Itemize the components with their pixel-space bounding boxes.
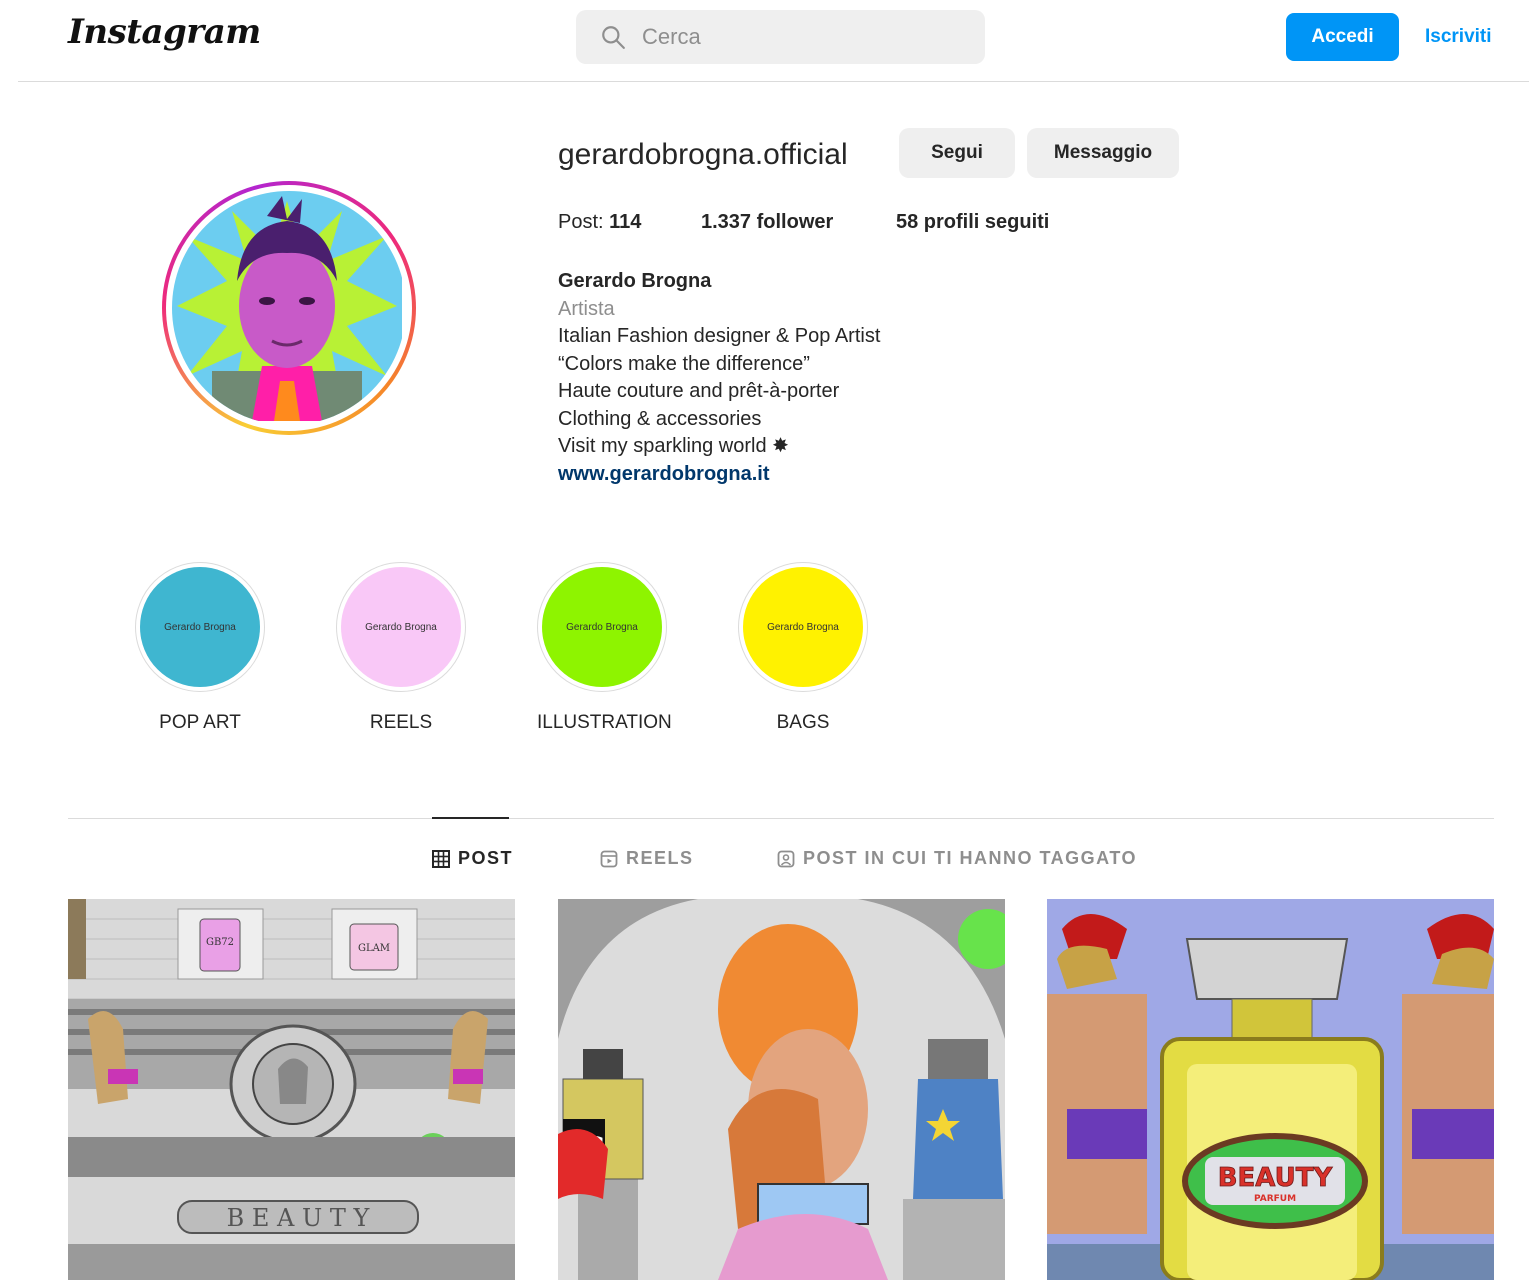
tab-reels-label: REELS xyxy=(626,848,694,868)
highlight-bags[interactable]: Gerardo Brogna BAGS xyxy=(738,562,868,734)
avatar-illustration xyxy=(172,191,402,425)
tagged-icon xyxy=(777,850,795,867)
grid-icon xyxy=(432,849,450,868)
search-input[interactable] xyxy=(642,24,962,50)
profile-avatar-ring[interactable] xyxy=(162,181,416,435)
bottle-label: GB72 xyxy=(206,937,234,948)
highlight-illustration[interactable]: Gerardo Brogna ILLUSTRATION xyxy=(537,562,672,734)
bio-line: Clothing & accessories xyxy=(558,407,762,430)
highlight-label: POP ART xyxy=(159,712,241,733)
post-image: GB72 GLAM B E A U T Y xyxy=(68,899,515,1280)
post-thumbnail[interactable]: BEAUTY PARFUM xyxy=(1047,899,1494,1280)
tab-post[interactable]: POST xyxy=(432,848,513,869)
highlight-ring: Gerardo Brogna xyxy=(135,562,265,692)
tabs-divider xyxy=(68,818,1494,819)
highlight-ring: Gerardo Brogna xyxy=(738,562,868,692)
tab-post-label: POST xyxy=(458,848,514,868)
follow-button[interactable]: Segui xyxy=(899,128,1015,178)
post-thumbnail[interactable]: G xyxy=(558,899,1005,1280)
bio-website-link[interactable]: www.gerardobrogna.it xyxy=(558,463,770,485)
following-count: 58 xyxy=(896,211,919,233)
post-sign-text: B E A U T Y xyxy=(227,1204,371,1232)
posts-count-stat: Post: 114 xyxy=(558,211,641,234)
bio-line: Haute couture and prêt-à-porter xyxy=(558,380,840,402)
top-navbar: Instagram Accedi Iscriviti xyxy=(18,0,1529,82)
bio-line: Visit my sparkling world ✸ xyxy=(558,435,789,457)
highlight-label: REELS xyxy=(369,712,433,733)
reels-icon xyxy=(600,850,618,867)
bio-line: “Colors make the difference” xyxy=(558,352,810,375)
bio-line: Italian Fashion designer & Pop Artist xyxy=(558,325,881,347)
profile-bio: Gerardo Brogna Artista Italian Fashion d… xyxy=(558,268,880,488)
highlight-cover: Gerardo Brogna xyxy=(341,567,461,687)
search-icon xyxy=(602,26,625,49)
post-image: G xyxy=(558,899,1005,1280)
highlight-reels[interactable]: Gerardo Brogna REELS xyxy=(336,562,466,734)
following-stat[interactable]: 58 profili seguiti xyxy=(896,211,1049,234)
highlight-label: BAGS xyxy=(776,712,830,733)
post-thumbnail[interactable]: GB72 GLAM B E A U T Y xyxy=(68,899,515,1280)
active-tab-indicator xyxy=(432,817,509,819)
instagram-logo[interactable]: Instagram xyxy=(68,12,261,52)
signup-link[interactable]: Iscriviti xyxy=(1425,26,1492,48)
following-label: profili seguiti xyxy=(918,211,1050,233)
profile-avatar xyxy=(172,191,406,425)
bio-category: Artista xyxy=(558,297,615,320)
highlight-cover: Gerardo Brogna xyxy=(743,567,863,687)
tab-reels[interactable]: REELS xyxy=(600,848,694,869)
bio-full-name: Gerardo Brogna xyxy=(558,270,712,292)
profile-username: gerardobrogna.official xyxy=(558,138,848,171)
post-image: BEAUTY PARFUM xyxy=(1047,899,1494,1280)
highlight-ring: Gerardo Brogna xyxy=(537,562,667,692)
highlight-pop-art[interactable]: Gerardo Brogna POP ART xyxy=(135,562,265,734)
followers-label: follower xyxy=(751,211,834,233)
tab-tagged-label: POST IN CUI TI HANNO TAGGATO xyxy=(803,848,1137,868)
followers-count: 1.337 xyxy=(701,211,752,233)
login-button[interactable]: Accedi xyxy=(1286,13,1399,61)
search-box[interactable] xyxy=(576,10,985,64)
posts-label: Post: xyxy=(558,211,610,233)
avatar-border xyxy=(166,185,412,431)
highlight-ring: Gerardo Brogna xyxy=(336,562,466,692)
highlight-cover: Gerardo Brogna xyxy=(542,567,662,687)
post-sign-text: BEAUTY xyxy=(1218,1163,1334,1193)
followers-stat[interactable]: 1.337 follower xyxy=(701,211,833,234)
tab-tagged[interactable]: POST IN CUI TI HANNO TAGGATO xyxy=(777,848,1137,869)
highlight-cover: Gerardo Brogna xyxy=(140,567,260,687)
highlight-label: ILLUSTRATION xyxy=(537,712,672,733)
message-button[interactable]: Messaggio xyxy=(1027,128,1179,178)
post-sign-subtext: PARFUM xyxy=(1254,1194,1296,1204)
bottle-label: GLAM xyxy=(358,943,390,954)
posts-count: 114 xyxy=(609,211,642,233)
